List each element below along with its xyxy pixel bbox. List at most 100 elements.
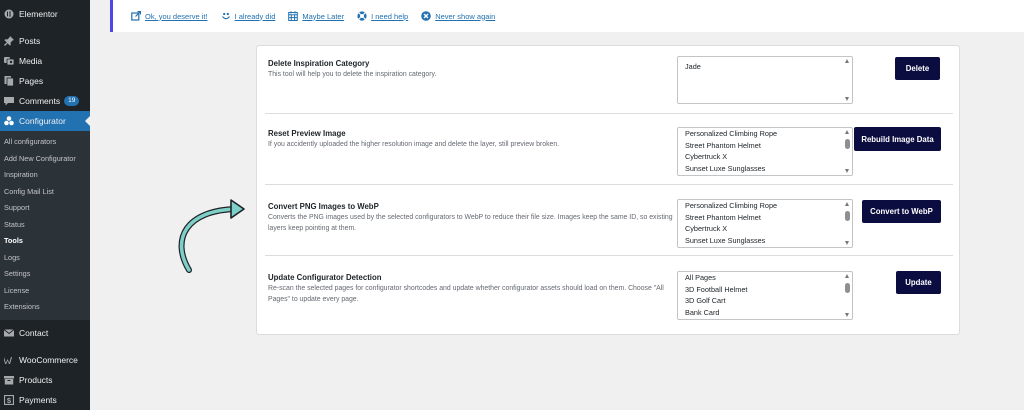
tool-description: This tool will help you to delete the in… — [268, 71, 437, 78]
list-option[interactable]: Personalized Climbing Rope — [678, 200, 852, 212]
notice-link-label: Maybe Later — [302, 11, 345, 21]
notice-link-label: I need help — [371, 11, 409, 21]
list-option[interactable]: Personalized Climbing Rope — [678, 128, 852, 140]
menu-label: Products — [19, 374, 53, 385]
menu-item-payments[interactable]: $ Payments — [0, 390, 90, 410]
menu-item-contact[interactable]: Contact — [0, 323, 90, 343]
pages-listbox[interactable]: All Pages 3D Football Helmet 3D Golf Car… — [677, 271, 853, 320]
listbox-scrollbar[interactable] — [845, 130, 850, 173]
notice-link-need-help[interactable]: I need help — [357, 11, 408, 21]
pin-icon — [4, 36, 14, 46]
submenu-add-new-configurator[interactable]: Add New Configurator — [0, 151, 90, 168]
configurator-icon — [4, 116, 14, 126]
notice-link-maybe-later[interactable]: Maybe Later — [288, 11, 344, 21]
menu-item-woocommerce[interactable]: WooCommerce — [0, 350, 90, 370]
listbox-scrollbar[interactable] — [845, 274, 850, 317]
listbox-scrollbar[interactable] — [845, 202, 850, 245]
menu-label: Media — [19, 56, 43, 66]
media-icon — [4, 56, 14, 66]
scroll-up-arrow-icon[interactable] — [845, 59, 849, 63]
tool-title: Convert PNG Images to WebP — [268, 202, 379, 211]
scroll-down-arrow-icon[interactable] — [845, 241, 849, 245]
svg-text:$: $ — [7, 395, 12, 404]
woocommerce-icon — [4, 355, 14, 365]
update-button[interactable]: Update — [896, 271, 941, 294]
pages-icon — [4, 76, 14, 86]
list-option[interactable]: Sunset Luxe Sunglasses — [678, 235, 852, 247]
tool-description: Converts the PNG images used by the sele… — [268, 214, 673, 232]
scroll-down-arrow-icon[interactable] — [845, 313, 849, 317]
calendar-icon — [288, 11, 299, 21]
tool-description: If you accidently uploaded the higher re… — [268, 141, 560, 148]
convert-to-webp-button[interactable]: Convert to WebP — [862, 200, 941, 223]
scroll-up-arrow-icon[interactable] — [845, 130, 849, 134]
notice-link-label: Never show again — [435, 11, 496, 21]
list-option[interactable]: Bank Card — [678, 307, 852, 319]
scroll-down-arrow-icon[interactable] — [845, 97, 849, 101]
submenu-status[interactable]: Status — [0, 217, 90, 234]
configurator-listbox[interactable]: Personalized Climbing Rope Street Phanto… — [677, 199, 853, 248]
menu-item-posts[interactable]: Posts — [0, 31, 90, 51]
mail-icon — [4, 328, 14, 338]
tool-row-convert-webp: Convert PNG Images to WebP Converts the … — [265, 185, 953, 256]
submenu-license[interactable]: License — [0, 283, 90, 300]
menu-item-products[interactable]: Products — [0, 370, 90, 390]
listbox-scrollbar[interactable] — [845, 59, 850, 101]
sos-icon — [357, 11, 367, 21]
review-notice: Ok, you deserve it! I already did Maybe … — [110, 0, 1024, 32]
menu-item-elementor[interactable]: Elementor — [0, 4, 90, 24]
submenu-support[interactable]: Support — [0, 200, 90, 217]
dismiss-icon — [421, 11, 432, 21]
list-option[interactable]: 3D Football Helmet — [678, 284, 852, 296]
list-option[interactable]: Cybertruck X — [678, 223, 852, 235]
tool-title: Update Configurator Detection — [268, 273, 382, 282]
delete-button[interactable]: Delete — [895, 57, 940, 80]
scroll-up-arrow-icon[interactable] — [845, 274, 849, 278]
tool-row-delete-category: Delete Inspiration Category This tool wi… — [265, 46, 953, 114]
list-option[interactable]: 3D Golf Cart — [678, 295, 852, 307]
scroll-thumb[interactable] — [845, 139, 850, 149]
list-option[interactable]: Cybertruck X — [678, 151, 852, 163]
scroll-down-arrow-icon[interactable] — [845, 169, 849, 173]
submenu-inspiration[interactable]: Inspiration — [0, 167, 90, 184]
notice-link-already-did[interactable]: I already did — [221, 11, 276, 21]
scroll-thumb[interactable] — [845, 211, 850, 221]
menu-label: Comments — [19, 96, 61, 106]
dollar-icon: $ — [4, 394, 14, 405]
menu-item-pages[interactable]: Pages — [0, 71, 90, 91]
list-option[interactable]: Street Phantom Helmet — [678, 212, 852, 224]
external-link-icon — [131, 11, 141, 21]
configurator-submenu: All configurators Add New Configurator I… — [0, 131, 90, 320]
scroll-thumb[interactable] — [845, 283, 850, 293]
menu-label: Elementor — [19, 9, 58, 19]
list-option[interactable]: Sunset Luxe Sunglasses — [678, 163, 852, 175]
comment-count-badge: 19 — [64, 96, 80, 106]
list-option[interactable]: All Pages — [678, 272, 852, 284]
tool-row-reset-preview: Reset Preview Image If you accidently up… — [265, 114, 953, 185]
menu-label: Pages — [19, 76, 44, 86]
notice-link-label: I already did — [234, 11, 276, 21]
submenu-config-mail-list[interactable]: Config Mail List — [0, 184, 90, 201]
category-listbox[interactable]: Jade — [677, 56, 853, 104]
menu-item-configurator[interactable]: Configurator — [0, 111, 90, 131]
tool-title: Reset Preview Image — [268, 129, 346, 138]
comment-icon — [4, 96, 14, 106]
rebuild-image-data-button[interactable]: Rebuild Image Data — [854, 127, 941, 151]
menu-item-media[interactable]: Media — [0, 51, 90, 71]
submenu-logs[interactable]: Logs — [0, 250, 90, 267]
configurator-listbox[interactable]: Personalized Climbing Rope Street Phanto… — [677, 127, 853, 176]
notice-link-deserve-it[interactable]: Ok, you deserve it! — [131, 11, 208, 21]
menu-label: Payments — [19, 394, 57, 405]
submenu-settings[interactable]: Settings — [0, 266, 90, 283]
submenu-all-configurators[interactable]: All configurators — [0, 134, 90, 151]
submenu-tools[interactable]: Tools — [0, 233, 90, 250]
notice-link-never-show[interactable]: Never show again — [421, 11, 495, 21]
scroll-up-arrow-icon[interactable] — [845, 202, 849, 206]
tool-description: Re-scan the selected pages for configura… — [268, 285, 664, 303]
list-option[interactable]: Jade — [678, 61, 852, 73]
menu-item-comments[interactable]: Comments 19 — [0, 91, 90, 111]
list-option[interactable]: Street Phantom Helmet — [678, 140, 852, 152]
decorative-curved-arrow — [178, 199, 245, 273]
submenu-extensions[interactable]: Extensions — [0, 299, 90, 316]
menu-label: Contact — [19, 327, 49, 338]
